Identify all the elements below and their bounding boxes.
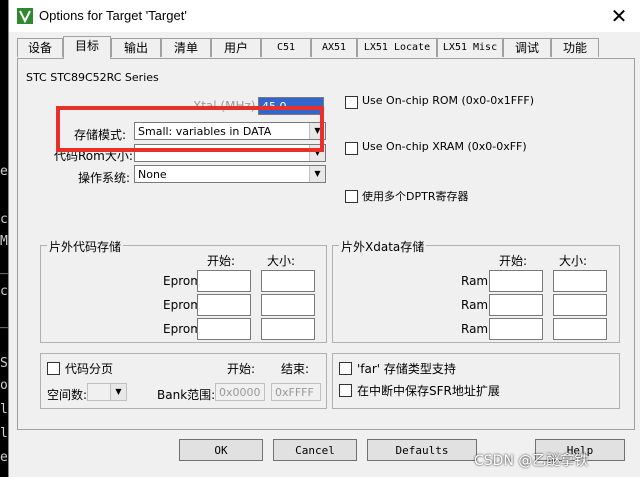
- background-char: o: [0, 378, 8, 393]
- ram-label: Ram: [461, 322, 489, 336]
- background-char: S: [0, 356, 8, 371]
- ram3-start-input[interactable]: [489, 318, 543, 340]
- tab-user[interactable]: 用户: [211, 38, 261, 57]
- background-char: _: [0, 314, 8, 329]
- ram3-size-input[interactable]: [553, 318, 607, 340]
- highlight-annotation: [56, 106, 324, 152]
- far-support-checkbox[interactable]: [339, 362, 352, 375]
- title-bar: Options for Target 'Target' ✕: [9, 0, 640, 32]
- eprom1-size-input[interactable]: [261, 270, 315, 292]
- ram-label: Ram: [461, 274, 489, 288]
- chevron-down-icon[interactable]: ▼: [309, 166, 325, 182]
- watermark: CSDN @乙醚拿铁: [474, 453, 589, 469]
- onchip-rom-checkbox[interactable]: [345, 96, 358, 109]
- save-sfr-label: 在中断中保存SFR地址扩展: [357, 384, 500, 398]
- ext-xdata-start-header: 开始:: [499, 254, 528, 268]
- ext-code-start-header: 开始:: [207, 254, 236, 268]
- os-label: 操作系统:: [78, 171, 131, 185]
- tab-listing[interactable]: 清单: [161, 38, 211, 57]
- eprom3-start-input[interactable]: [197, 318, 251, 340]
- code-banking-checkbox[interactable]: [47, 362, 60, 375]
- chevron-down-icon[interactable]: ▼: [110, 384, 126, 400]
- onchip-xram-label: Use On-chip XRAM (0x0-0xFF): [362, 140, 527, 153]
- ok-button[interactable]: OK: [179, 439, 263, 461]
- background-char: _: [0, 260, 8, 275]
- os-value: None: [138, 168, 167, 181]
- multi-dptr-label: 使用多个DPTR寄存器: [362, 190, 469, 203]
- eprom2-size-input[interactable]: [261, 294, 315, 316]
- tab-output[interactable]: 输出: [111, 38, 161, 57]
- far-support-label: 'far' 存储类型支持: [357, 362, 456, 376]
- keil-app-icon: [17, 8, 33, 24]
- background-char: M: [0, 234, 8, 249]
- ram2-size-input[interactable]: [553, 294, 607, 316]
- tab-lx51-misc[interactable]: LX51 Misc: [437, 38, 503, 57]
- code-banking-label: 代码分页: [65, 362, 114, 376]
- ram2-start-input[interactable]: [489, 294, 543, 316]
- onchip-rom-label: Use On-chip ROM (0x0-0x1FFF): [362, 94, 535, 107]
- banks-label: 空间数:: [47, 388, 88, 402]
- options-dialog: Options for Target 'Target' ✕ 设备 目标 输出 清…: [8, 0, 640, 477]
- background-char: c: [0, 212, 8, 227]
- os-select[interactable]: None ▼: [134, 165, 326, 183]
- cancel-button[interactable]: Cancel: [273, 439, 357, 461]
- background-char: e: [0, 164, 8, 179]
- bank-start-header: 开始:: [227, 362, 256, 376]
- tab-debug[interactable]: 调试: [503, 38, 551, 57]
- multi-dptr-checkbox[interactable]: [345, 190, 358, 203]
- eprom1-start-input[interactable]: [197, 270, 251, 292]
- tab-ax51[interactable]: AX51: [311, 38, 357, 57]
- ext-code-title: 片外代码存储: [47, 238, 124, 255]
- save-sfr-checkbox[interactable]: [339, 384, 352, 397]
- banks-select[interactable]: ▼: [87, 383, 127, 401]
- ext-xdata-group: 片外Xdata存储 开始: 大小: Ram Ram Ram: [332, 238, 620, 343]
- far-options-group: 'far' 存储类型支持 在中断中保存SFR地址扩展: [332, 353, 620, 409]
- bank-start-input[interactable]: 0x0000: [215, 383, 265, 401]
- background-char: l: [0, 426, 8, 441]
- ram1-size-input[interactable]: [553, 270, 607, 292]
- bank-end-input[interactable]: 0xFFFF: [271, 383, 321, 401]
- tab-lx51-locate[interactable]: LX51 Locate: [357, 38, 437, 57]
- ext-xdata-size-header: 大小:: [559, 254, 588, 268]
- window-title: Options for Target 'Target': [39, 8, 187, 23]
- tab-c51[interactable]: C51: [261, 38, 311, 57]
- background-char: c: [0, 284, 8, 299]
- background-char: e: [0, 450, 8, 465]
- defaults-button[interactable]: Defaults: [367, 439, 477, 461]
- eprom2-start-input[interactable]: [197, 294, 251, 316]
- eprom3-size-input[interactable]: [261, 318, 315, 340]
- tab-utilities[interactable]: 功能: [551, 38, 599, 57]
- ext-code-size-header: 大小:: [267, 254, 296, 268]
- onchip-xram-checkbox[interactable]: [345, 142, 358, 155]
- bank-end-header: 结束:: [281, 362, 310, 376]
- tab-target[interactable]: 目标: [63, 36, 111, 59]
- ext-xdata-title: 片外Xdata存储: [339, 238, 427, 255]
- bank-range-label: Bank范围:: [157, 388, 216, 402]
- tab-device[interactable]: 设备: [17, 38, 63, 57]
- ram-label: Ram: [461, 298, 489, 312]
- background-char: l: [0, 402, 8, 417]
- ram1-start-input[interactable]: [489, 270, 543, 292]
- code-banking-group: 代码分页 开始: 结束: 空间数: ▼ Bank范围: 0x0000 0xFFF…: [40, 353, 327, 409]
- ext-code-group: 片外代码存储 开始: 大小: Eprom Eprom Eprom: [40, 238, 327, 343]
- close-icon[interactable]: ✕: [605, 4, 633, 28]
- device-name: STC STC89C52RC Series: [26, 71, 159, 84]
